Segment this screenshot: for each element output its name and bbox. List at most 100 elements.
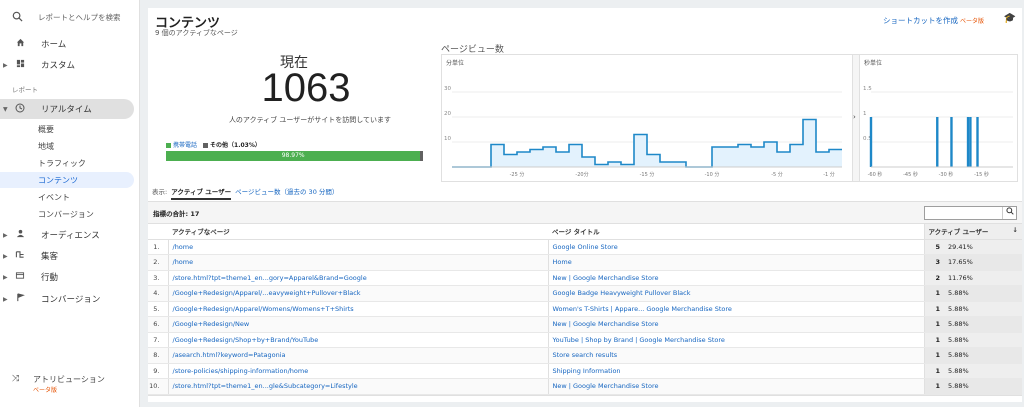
chart-divider[interactable]: ›: [852, 55, 860, 181]
page-title-link[interactable]: Shipping Information: [547, 363, 924, 379]
sidebar-item-acquisition[interactable]: ▶ 集客: [0, 246, 140, 266]
search-bar[interactable]: レポートとヘルプを検索: [8, 6, 134, 28]
chevron-right-icon: ▶: [3, 231, 8, 239]
search-icon[interactable]: [1002, 206, 1016, 219]
page-title-link[interactable]: Google Badge Heavyweight Pullover Black: [547, 285, 924, 302]
active-page-link[interactable]: /home: [167, 254, 548, 271]
per-minute-chart: 10 20 30 -25 分 -20分 -15 分 -10 分 -5 分 -1 分: [444, 86, 842, 178]
content-table: 指標の合計: 17 アクティブなページ ページ タイトル アクティブ ユーザー: [148, 201, 1022, 396]
analytics-app: レポートとヘルプを検索 ホーム ▶ カスタム レポート ▼ リアルタイム 概要 …: [0, 0, 1024, 407]
behavior-icon: [14, 271, 26, 283]
x-tick-label: -25 分: [510, 171, 525, 178]
chevron-right-icon: ▶: [3, 61, 8, 69]
sidebar-item-conversion[interactable]: ▶ コンバージョン: [0, 289, 140, 309]
table-search-input[interactable]: [924, 205, 1017, 220]
main-panel: コンテンツ 9 個のアクティブなページ ショートカットを作成 ベータ版 🎓 現在 …: [148, 8, 1022, 402]
active-page-link[interactable]: /home: [167, 239, 548, 255]
table-row: 10./store.html?tpt=theme1_en...gle&Subca…: [148, 378, 1022, 395]
sidebar-item-realtime[interactable]: ▼ リアルタイム: [0, 99, 134, 119]
table-body: 1./home Google Online Store 5 29.41% 2./home…: [148, 239, 1022, 395]
sidebar-item-label: カスタム: [41, 61, 76, 71]
page-title-link[interactable]: Home: [547, 254, 924, 271]
active-page-link[interactable]: /store-policies/shipping-information/hom…: [167, 363, 548, 379]
bar-fill: [764, 142, 777, 167]
data-bar: [966, 117, 970, 167]
bar-fill: [582, 157, 595, 167]
page-title-link[interactable]: YouTube | Shop by Brand | Google Merchan…: [547, 332, 924, 348]
sidebar-item-audience[interactable]: ▶ オーディエンス: [0, 225, 140, 245]
page-subtitle: 9 個のアクティブなページ: [155, 29, 238, 37]
bar-fill: [491, 144, 504, 167]
x-tick-label: -20分: [575, 171, 588, 178]
sidebar-subitem-conversions[interactable]: コンバージョン: [38, 206, 94, 222]
active-users-value: 2: [923, 270, 944, 286]
beta-badge: ベータ版: [33, 387, 58, 394]
attribution-icon: ⤨: [12, 374, 20, 384]
page-title-link[interactable]: Google Online Store: [547, 239, 924, 255]
active-page-link[interactable]: /asearch.html?keyword=Patagonia: [167, 347, 548, 364]
bar-fill: [803, 119, 816, 167]
bar-fill: [829, 149, 842, 167]
x-tick-label: -45 秒: [903, 171, 918, 178]
active-page-link[interactable]: /Google+Redesign/Apparel/Womens/Womens+T…: [167, 301, 548, 317]
tab-active-users[interactable]: アクティブ ユーザー: [171, 186, 232, 200]
section-label-report: レポート: [12, 86, 38, 94]
sidebar-item-attribution[interactable]: ⤨ アトリビューション ベータ版: [12, 374, 105, 394]
home-icon: [14, 38, 26, 50]
sidebar-subitem-overview[interactable]: 概要: [38, 121, 54, 137]
x-tick-label: -10 分: [705, 171, 720, 178]
person-icon: [14, 229, 26, 241]
active-users-value: 5: [923, 239, 944, 255]
active-page-link[interactable]: /store.html?tpt=theme1_en...gle&Subcateg…: [167, 378, 548, 395]
active-users-percent: 17.65%: [944, 254, 1022, 271]
active-users-percent: 11.76%: [944, 270, 1022, 286]
sidebar-item-label: コンバージョン: [41, 295, 101, 305]
bar-fill: [647, 154, 660, 167]
active-page-link[interactable]: /store.html?tpt=theme1_en...gory=Apparel…: [167, 270, 548, 286]
bar-fill: [790, 144, 803, 167]
page-title-link[interactable]: Store search results: [547, 347, 924, 364]
page-title-link[interactable]: New | Google Merchandise Store: [547, 378, 924, 395]
row-index: 8.: [148, 347, 168, 364]
bar-fill: [725, 147, 738, 167]
bar-fill: [530, 149, 543, 167]
device-share-bar-mobile: 98.97%: [166, 151, 421, 161]
chevron-right-icon: ▶: [3, 295, 8, 303]
sidebar-subitem-locations[interactable]: 地域: [38, 138, 54, 154]
sidebar-item-home[interactable]: ホーム: [0, 34, 140, 54]
clock-icon: [14, 103, 26, 116]
table-toolbar: 指標の合計: 17: [148, 202, 1022, 224]
active-page-link[interactable]: /Google+Redesign/Apparel/...eavyweight+P…: [167, 285, 548, 302]
page-title-link[interactable]: New | Google Merchandise Store: [547, 316, 924, 333]
table-row: 7./Google+Redesign/Shop+by+Brand/YouTube…: [148, 332, 1022, 348]
active-users-percent: 5.88%: [944, 347, 1022, 364]
page-title-link[interactable]: Women's T-Shirts | Appare... Google Merc…: [547, 301, 924, 317]
chevron-right-icon: ▶: [3, 273, 8, 281]
header-page-title[interactable]: ページ タイトル: [548, 224, 924, 240]
page-title-link[interactable]: New | Google Merchandise Store: [547, 270, 924, 286]
sidebar-subitem-traffic[interactable]: トラフィック: [38, 155, 86, 171]
header-index: [148, 224, 168, 240]
header-active-page[interactable]: アクティブなページ: [168, 224, 548, 240]
per-second-chart: 0.511.5-60 秒 -45 秒 -30 秒 -15 秒: [863, 86, 1013, 178]
sidebar-subitem-events[interactable]: イベント: [38, 189, 70, 205]
active-users-value: 1: [923, 347, 944, 364]
tab-pageviews[interactable]: ページビュー数（過去の 30 分間）: [235, 186, 338, 200]
create-shortcut-link[interactable]: ショートカットを作成 ベータ版: [883, 15, 984, 26]
sidebar-item-custom[interactable]: ▶ カスタム: [0, 55, 140, 75]
flag-icon: [14, 293, 26, 305]
search-placeholder: レポートとヘルプを検索: [38, 12, 121, 22]
sidebar-subitem-content[interactable]: コンテンツ: [0, 172, 134, 188]
data-bar: [869, 117, 873, 167]
sidebar-item-behavior[interactable]: ▶ 行動: [0, 267, 140, 287]
dashboard-icon: [14, 59, 26, 71]
active-page-link[interactable]: /Google+Redesign/New: [167, 316, 548, 333]
active-page-link[interactable]: /Google+Redesign/Shop+by+Brand/YouTube: [167, 332, 548, 348]
table-row: 9./store-policies/shipping-information/h…: [148, 363, 1022, 379]
header-active-users[interactable]: アクティブ ユーザー ↓: [923, 224, 1022, 240]
pageviews-chart: 分単位 秒単位 10 20 30 -25 分 -20分 -15 分 -10 分 -5 分 -1 …: [441, 54, 1018, 182]
graduation-cap-icon[interactable]: 🎓: [1004, 13, 1016, 24]
active-users-percent: 5.88%: [944, 363, 1022, 379]
x-tick-label: -5 分: [771, 171, 783, 178]
chevron-right-icon: ›: [853, 113, 856, 121]
